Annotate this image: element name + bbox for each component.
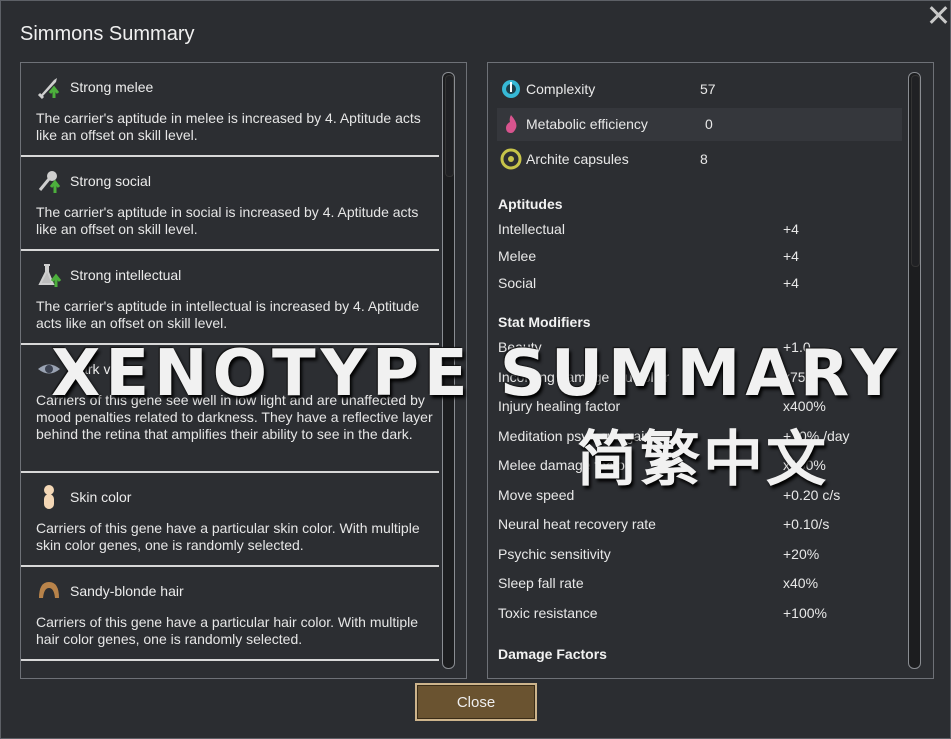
modifier-row: Toxic resistance +100%	[498, 603, 898, 625]
modifier-value: +10% /day	[783, 428, 850, 444]
modifier-label: Toxic resistance	[498, 605, 598, 621]
gene-name: Strong melee	[70, 79, 154, 95]
sword-arrow-icon	[36, 74, 62, 100]
aptitude-label: Melee	[498, 248, 537, 264]
stats-scrollbar[interactable]	[908, 72, 921, 669]
stat-value: 8	[700, 151, 708, 167]
modifier-row: Meditation psyfocus gain +10% /day	[498, 426, 898, 448]
gene-name: Dark vision	[70, 361, 140, 377]
modifier-label: Psychic sensitivity	[498, 546, 611, 562]
gene-sandy-blonde-hair[interactable]: Sandy-blonde hair Carriers of this gene …	[21, 567, 439, 661]
modifier-value: +100%	[783, 605, 827, 621]
microphone-arrow-icon	[36, 168, 62, 194]
modifier-value: +0.20 c/s	[783, 487, 841, 503]
modifier-row: Move speed +0.20 c/s	[498, 485, 898, 507]
modifier-label: Neural heat recovery rate	[498, 516, 656, 532]
modifier-value: +0.10/s	[783, 516, 830, 532]
stat-value: 0	[705, 116, 713, 132]
modifier-value: +20%	[783, 546, 820, 562]
modifier-value: x40%	[783, 575, 819, 591]
modifier-label: Sleep fall rate	[498, 575, 584, 591]
stat-label: Metabolic efficiency	[526, 116, 648, 132]
modifier-value: x150%	[783, 457, 826, 473]
gene-strong-social[interactable]: Strong social The carrier's aptitude in …	[21, 157, 439, 251]
gene-strong-intellectual[interactable]: Strong intellectual The carrier's aptitu…	[21, 251, 439, 345]
complexity-icon	[500, 78, 522, 100]
damage-factors-heading: Damage Factors	[498, 646, 607, 662]
stat-value: 57	[700, 81, 716, 97]
window-title: Simmons Summary	[20, 23, 195, 45]
gene-dark-vision[interactable]: Dark vision Carriers of this gene see we…	[21, 345, 439, 473]
gene-list-scrollbar[interactable]	[442, 72, 455, 669]
modifier-label: Meditation psyfocus gain	[498, 428, 653, 444]
aptitude-label: Social	[498, 275, 537, 291]
aptitude-row: Melee +4	[498, 246, 898, 268]
gene-name: Strong social	[70, 173, 151, 189]
gene-description: The carrier's aptitude in melee is incre…	[36, 110, 421, 143]
aptitude-row: Social +4	[498, 273, 898, 295]
gene-name: Skin color	[70, 489, 132, 505]
flask-arrow-icon	[36, 262, 62, 288]
modifier-label: Beauty	[498, 339, 542, 355]
modifier-row: Sleep fall rate x40%	[498, 573, 898, 595]
gene-description: Carriers of this gene see well in low li…	[36, 392, 433, 442]
gene-description: The carrier's aptitude in social is incr…	[36, 204, 419, 237]
modifier-row: Injury healing factor x400%	[498, 396, 898, 418]
aptitude-value: +4	[783, 275, 799, 291]
gene-name: Sandy-blonde hair	[70, 583, 184, 599]
modifier-label: Incoming damage multiplier	[498, 369, 670, 385]
gene-name: Strong intellectual	[70, 267, 182, 283]
aptitude-value: +4	[783, 248, 799, 264]
scrollbar-thumb[interactable]	[911, 75, 920, 267]
modifier-row: Neural heat recovery rate +0.10/s	[498, 514, 898, 536]
archite-capsule-icon	[500, 148, 522, 170]
stat-modifiers-heading: Stat Modifiers	[498, 314, 591, 330]
modifier-label: Move speed	[498, 487, 575, 503]
skin-figure-icon	[36, 484, 62, 510]
modifier-row: Melee damage factor x150%	[498, 455, 898, 477]
modifier-value: x400%	[783, 398, 826, 414]
hair-icon	[36, 578, 62, 604]
gene-description: The carrier's aptitude in intellectual i…	[36, 298, 420, 331]
modifier-label: Melee damage factor	[498, 457, 630, 473]
gene-skin-color[interactable]: Skin color Carriers of this gene have a …	[21, 473, 439, 567]
stat-row-complexity: Complexity 57	[497, 73, 902, 106]
gene-list-panel: Strong melee The carrier's aptitude in m…	[20, 62, 467, 679]
scrollbar-thumb[interactable]	[445, 75, 454, 177]
stats-panel: Complexity 57 Metabolic efficiency 0 Arc…	[487, 62, 934, 679]
modifier-row: Incoming damage multiplier x75%	[498, 367, 898, 389]
aptitude-label: Intellectual	[498, 221, 565, 237]
modifier-value: +1.0	[783, 339, 811, 355]
modifier-row: Beauty +1.0	[498, 337, 898, 359]
close-button[interactable]: Close	[415, 683, 537, 721]
stat-row-archite-capsules: Archite capsules 8	[497, 143, 902, 176]
stat-label: Complexity	[526, 81, 596, 97]
metabolic-flame-icon	[500, 113, 522, 135]
aptitudes-heading: Aptitudes	[498, 196, 563, 212]
modifier-row: Psychic sensitivity +20%	[498, 544, 898, 566]
eye-icon	[36, 356, 62, 382]
modifier-value: x75%	[783, 369, 819, 385]
aptitude-row: Intellectual +4	[498, 219, 898, 241]
modifier-label: Injury healing factor	[498, 398, 621, 414]
close-x-icon[interactable]	[925, 1, 951, 28]
gene-description: Carriers of this gene have a particular …	[36, 614, 419, 647]
stat-row-metabolic-efficiency: Metabolic efficiency 0	[497, 108, 902, 141]
stat-label: Archite capsules	[526, 151, 629, 167]
gene-description: Carriers of this gene have a particular …	[36, 520, 420, 553]
divider	[21, 659, 439, 661]
summary-window: Simmons Summary Strong melee The carrier…	[0, 0, 951, 739]
aptitude-value: +4	[783, 221, 799, 237]
gene-strong-melee[interactable]: Strong melee The carrier's aptitude in m…	[21, 63, 439, 157]
